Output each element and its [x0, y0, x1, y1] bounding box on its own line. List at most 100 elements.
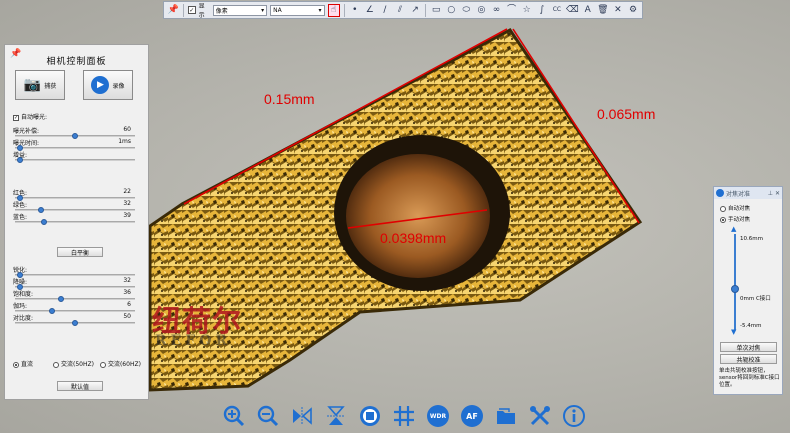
play-icon: ▶: [91, 76, 110, 94]
slider-value: 50: [123, 313, 131, 320]
width-measure-label: 0.065mm: [597, 106, 656, 122]
auto-exposure-row[interactable]: ✓ 自动曝光:: [13, 112, 47, 121]
arc-icon[interactable]: ⌒: [506, 4, 518, 17]
wdr-icon[interactable]: WDR: [425, 403, 451, 429]
slider-label: 蓝色:: [13, 214, 28, 221]
pin-icon[interactable]: 📌: [167, 4, 179, 17]
line-icon[interactable]: ∕: [379, 4, 391, 17]
slider-label: 对比度:: [13, 315, 34, 322]
slider-label: 绿色:: [13, 202, 28, 209]
select-icon[interactable]: ☝: [327, 3, 340, 17]
slider-track[interactable]: [15, 157, 135, 163]
slider-label: 饱和度:: [13, 291, 34, 298]
camera-control-panel: 📌 相机控制面板 📷 捕获 ▶ 录像 ✓ 自动曝光: 曝光补偿: 60 曝光时间: 1m…: [4, 44, 149, 400]
af-icon[interactable]: AF: [459, 403, 485, 429]
zoom-in-icon[interactable]: [221, 403, 247, 429]
ac60-radio[interactable]: 交流(60HZ): [99, 359, 141, 368]
arrow-icon[interactable]: ↗: [409, 4, 421, 17]
rectangle-icon[interactable]: ▭: [430, 4, 442, 17]
slider-track[interactable]: [15, 145, 135, 151]
record-button[interactable]: ▶ 录像: [83, 70, 133, 100]
down-arrow-icon[interactable]: ▼: [731, 328, 736, 336]
settings-icon[interactable]: ⚙: [627, 4, 639, 17]
eraser-icon[interactable]: ⌫: [566, 4, 579, 17]
slider-track[interactable]: [15, 296, 135, 302]
unit-select[interactable]: 像素 ▾: [212, 4, 268, 16]
capture-button[interactable]: 📷 捕获: [15, 70, 65, 100]
dot-icon[interactable]: •: [349, 4, 361, 17]
record-label: 录像: [112, 82, 125, 90]
dc-radio[interactable]: 直流: [13, 359, 33, 368]
pin-icon[interactable]: 📌: [10, 49, 21, 59]
chevron-down-icon: ▾: [261, 6, 265, 14]
grid-icon[interactable]: [391, 403, 417, 429]
slider-knob[interactable]: [58, 296, 65, 302]
auto-focus-radio[interactable]: 自动对焦: [720, 204, 750, 212]
link-icon[interactable]: ∞: [490, 4, 502, 17]
focus-panel: 对焦对准 ⊥ ✕ 自动对焦 手动对焦 ▲ ▼ 10.6mm 0mm C接口 -5…: [713, 186, 783, 395]
slider-value: 1ms: [118, 138, 131, 145]
slider-value: 39: [123, 212, 131, 219]
toolbar-separator: [343, 3, 345, 17]
slider-knob[interactable]: [17, 157, 24, 163]
toolbar-separator: [425, 3, 427, 17]
star-icon[interactable]: ☆: [521, 4, 533, 17]
up-arrow-icon[interactable]: ▲: [731, 225, 736, 233]
cc-icon[interactable]: CC: [551, 4, 563, 17]
default-button[interactable]: 默认值: [57, 381, 103, 391]
close-icon[interactable]: ✕: [775, 190, 780, 197]
slider-track[interactable]: [15, 207, 135, 213]
parallel-icon[interactable]: ⫽: [394, 4, 406, 17]
slider-knob[interactable]: [41, 219, 48, 225]
focus-bottom-value: -5.4mm: [740, 323, 762, 329]
unit-select-value: 像素: [215, 7, 228, 15]
slider-track[interactable]: [15, 195, 135, 201]
objective-select[interactable]: NA ▾: [270, 4, 325, 16]
watermark-sub: REFOR: [155, 333, 232, 349]
top-toolbar: 📌 ✓ 显示 像素 ▾ NA ▾ ☝ • ∠ ∕ ⫽ ↗ ▭ ○ ⬭ ◎ ∞ ⌒…: [163, 1, 643, 19]
slider-value: 22: [123, 188, 131, 195]
close-icon[interactable]: ✕: [612, 4, 624, 17]
calibrate-note: 单击共轭校准按钮，sensor将回到标准C接口位置。: [719, 368, 780, 388]
concentric-circle-icon[interactable]: ◎: [475, 4, 487, 17]
app-icon: [716, 189, 724, 197]
info-icon[interactable]: [561, 403, 587, 429]
slider-track[interactable]: [15, 219, 135, 225]
slider-knob[interactable]: [37, 207, 44, 213]
tools-icon[interactable]: [527, 403, 553, 429]
flip-vertical-icon[interactable]: [323, 403, 349, 429]
slider-knob[interactable]: [72, 133, 78, 139]
slider-knob[interactable]: [49, 308, 56, 314]
folder-icon[interactable]: [493, 403, 519, 429]
single-focus-button[interactable]: 单次对焦: [720, 342, 777, 352]
slider-track[interactable]: [15, 272, 135, 278]
curve-icon[interactable]: ∫: [536, 4, 548, 17]
toolbar-separator: [183, 3, 185, 17]
ellipse-icon[interactable]: ⬭: [460, 4, 472, 17]
focus-slider-track[interactable]: [731, 234, 739, 330]
delete-icon[interactable]: 🗑: [597, 4, 609, 17]
stop-icon[interactable]: [357, 403, 383, 429]
slider-track[interactable]: [15, 320, 135, 326]
calibrate-button[interactable]: 共轭校准: [720, 354, 777, 364]
slider-track[interactable]: [15, 133, 135, 139]
slider-track[interactable]: [15, 308, 135, 314]
slider-label: 伽玛:: [13, 303, 28, 310]
panel-title: 相机控制面板: [46, 57, 107, 67]
manual-focus-radio[interactable]: 手动对焦: [720, 215, 750, 223]
pin-icon[interactable]: ⊥: [768, 190, 773, 197]
white-balance-button[interactable]: 白平衡: [57, 247, 103, 257]
slider-track[interactable]: [15, 284, 135, 290]
flip-horizontal-icon[interactable]: [289, 403, 315, 429]
circle-icon[interactable]: ○: [445, 4, 457, 17]
auto-exposure-checkbox[interactable]: ✓: [13, 114, 19, 121]
power-frequency-group: 直流 交流(50HZ) 交流(60HZ): [13, 359, 141, 368]
text-icon[interactable]: A: [582, 4, 594, 17]
show-checkbox[interactable]: ✓: [188, 6, 196, 14]
slider-knob[interactable]: [72, 320, 78, 326]
ac50-radio[interactable]: 交流(50HZ): [53, 359, 94, 368]
zoom-out-icon[interactable]: [255, 403, 281, 429]
angle-icon[interactable]: ∠: [364, 4, 376, 17]
focus-slider-knob[interactable]: [731, 284, 739, 293]
slider-value: 32: [123, 277, 131, 284]
